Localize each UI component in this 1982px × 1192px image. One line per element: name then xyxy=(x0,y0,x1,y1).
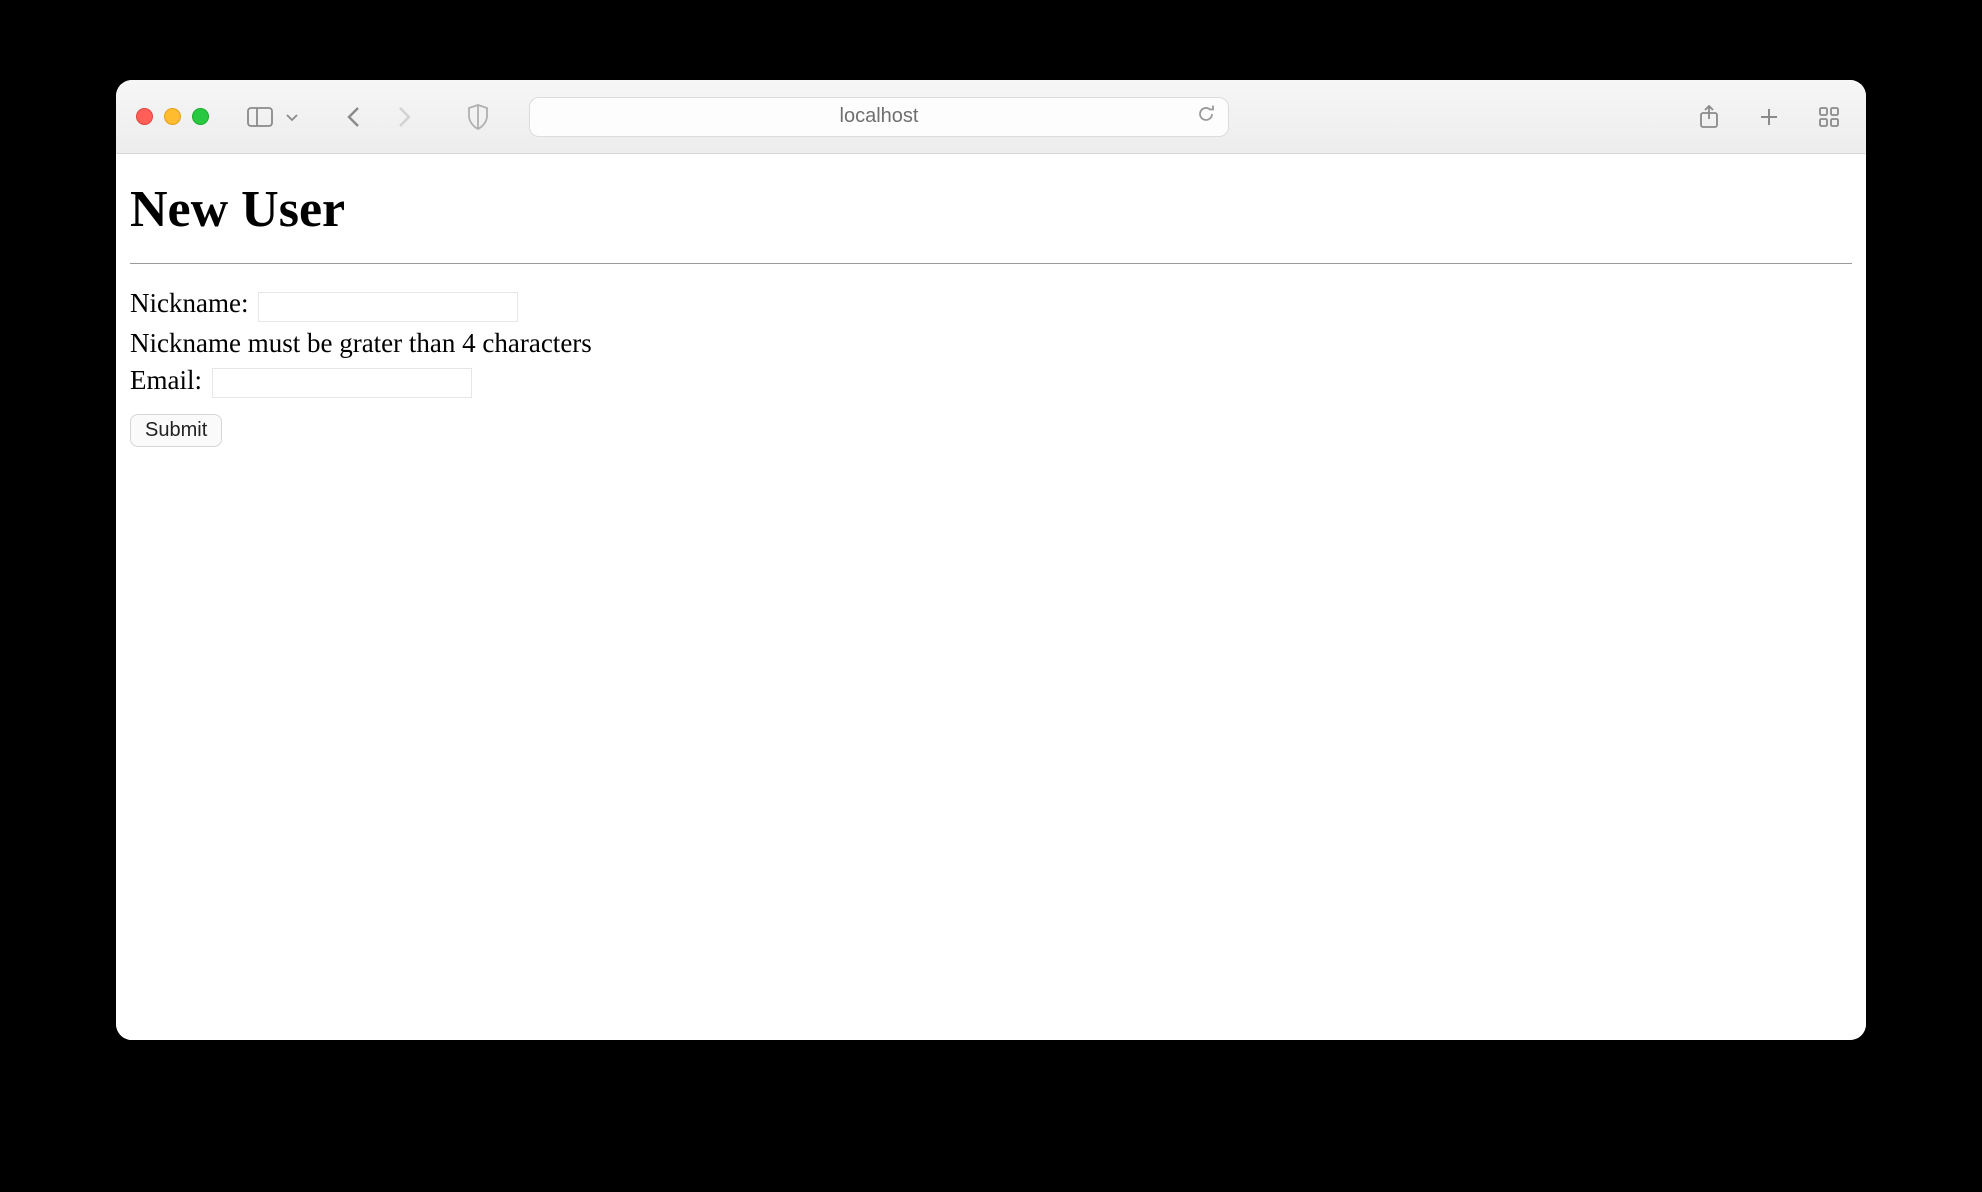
share-icon[interactable] xyxy=(1692,100,1726,134)
email-label: Email: xyxy=(130,365,202,396)
nickname-error: Nickname must be grater than 4 character… xyxy=(130,328,1852,359)
shield-icon[interactable] xyxy=(461,100,495,134)
minimize-icon[interactable] xyxy=(164,108,181,125)
close-icon[interactable] xyxy=(136,108,153,125)
browser-toolbar: localhost xyxy=(116,80,1866,154)
new-tab-button[interactable] xyxy=(1752,102,1786,132)
address-text: localhost xyxy=(840,105,919,128)
nickname-label: Nickname: xyxy=(130,288,248,319)
forward-button[interactable] xyxy=(389,101,419,133)
tab-overview-icon[interactable] xyxy=(1812,102,1846,132)
email-row: Email: xyxy=(130,365,1852,399)
browser-window: localhost xyxy=(116,80,1866,1040)
page-title: New User xyxy=(130,180,1852,239)
address-bar[interactable]: localhost xyxy=(529,97,1229,137)
window-controls xyxy=(136,108,209,125)
submit-button[interactable]: Submit xyxy=(130,414,222,447)
chevron-down-icon[interactable] xyxy=(279,106,305,128)
divider xyxy=(130,263,1852,264)
sidebar-icon[interactable] xyxy=(241,103,279,131)
back-button[interactable] xyxy=(339,101,369,133)
page-content: New User Nickname: Nickname must be grat… xyxy=(116,154,1866,1040)
nickname-input[interactable] xyxy=(258,292,518,322)
nickname-row: Nickname: xyxy=(130,288,1852,322)
zoom-icon[interactable] xyxy=(192,108,209,125)
email-input[interactable] xyxy=(212,368,472,398)
reload-icon[interactable] xyxy=(1196,104,1216,130)
